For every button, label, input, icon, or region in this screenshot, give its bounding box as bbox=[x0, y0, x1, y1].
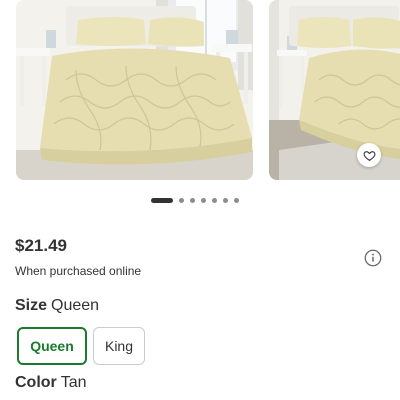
carousel-dot[interactable] bbox=[223, 197, 228, 203]
bed-photo bbox=[16, 0, 253, 180]
color-label-row: Color Tan bbox=[15, 374, 87, 392]
carousel-dot[interactable] bbox=[234, 197, 239, 203]
product-price: $21.49 bbox=[15, 236, 67, 255]
size-selected-value: Queen bbox=[51, 297, 100, 314]
carousel-dot[interactable] bbox=[212, 197, 217, 203]
image-carousel[interactable] bbox=[0, 0, 400, 182]
carousel-dot[interactable] bbox=[201, 197, 206, 203]
size-label-row: Size Queen bbox=[15, 297, 99, 315]
size-label: Size bbox=[15, 297, 48, 314]
product-image-main[interactable] bbox=[16, 0, 253, 180]
carousel-dot[interactable] bbox=[151, 197, 173, 203]
carousel-dot[interactable] bbox=[190, 197, 195, 203]
price-note: When purchased online bbox=[15, 264, 142, 278]
color-label: Color bbox=[15, 374, 57, 391]
carousel-pagination bbox=[151, 197, 239, 203]
size-option-king[interactable]: King bbox=[93, 327, 145, 365]
heart-outline-icon bbox=[363, 150, 375, 161]
price-info-button[interactable] bbox=[364, 249, 382, 267]
color-selected-value: Tan bbox=[60, 374, 87, 391]
info-circle-icon bbox=[364, 249, 382, 267]
carousel-dot[interactable] bbox=[179, 197, 184, 203]
product-page: $21.49 When purchased online Size Queen Q… bbox=[0, 0, 400, 400]
size-option-queen[interactable]: Queen bbox=[17, 327, 87, 365]
favorite-button[interactable] bbox=[357, 143, 381, 167]
